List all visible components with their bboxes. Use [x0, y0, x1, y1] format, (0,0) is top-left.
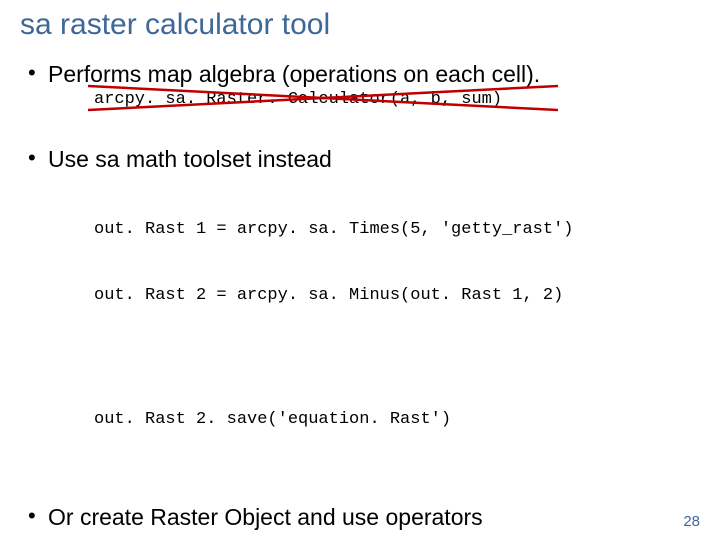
bullet-list: Performs map algebra (operations on each…: [18, 60, 702, 540]
code-gap: [94, 351, 702, 365]
struck-code-wrap: arcpy. sa. Raster. Calculator(a, b, sum): [94, 88, 702, 111]
code-line: out. Rast 1 = arcpy. sa. Times(5, 'getty…: [94, 219, 702, 241]
code-line: out. Rast 2 = arcpy. sa. Minus(out. Rast…: [94, 285, 702, 307]
page-number: 28: [683, 513, 700, 530]
slide-title: sa raster calculator tool: [20, 8, 702, 42]
bullet-item-3: Or create Raster Object and use operator…: [28, 503, 702, 540]
bullet-text-3: Or create Raster Object and use operator…: [48, 503, 702, 531]
bullet-text-2: Use sa math toolset instead: [48, 145, 702, 173]
code-block-2: out. Rast 1 = arcpy. sa. Times(5, 'getty…: [94, 175, 702, 475]
bullet-text-1: Performs map algebra (operations on each…: [48, 60, 702, 88]
bullet-item-1: Performs map algebra (operations on each…: [28, 60, 702, 111]
struck-code: arcpy. sa. Raster. Calculator(a, b, sum): [94, 90, 502, 109]
code-block-3: rast. Obj = arcpy. Raster('getty_rast') …: [94, 533, 702, 540]
bullet-item-2: Use sa math toolset instead out. Rast 1 …: [28, 145, 702, 475]
code-line: out. Rast 2. save('equation. Rast'): [94, 409, 702, 431]
slide: sa raster calculator tool Performs map a…: [0, 0, 720, 540]
